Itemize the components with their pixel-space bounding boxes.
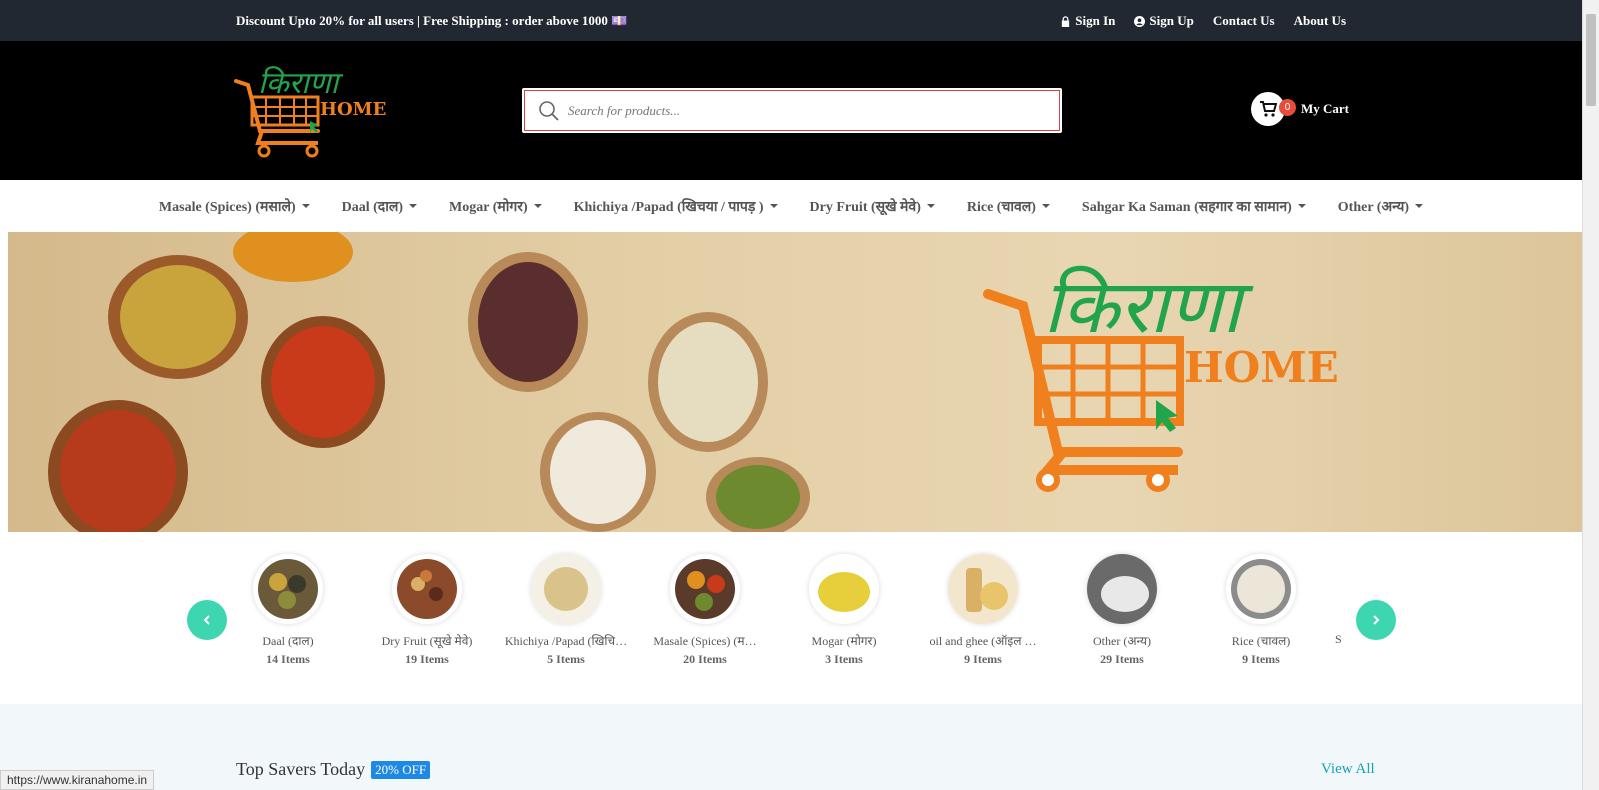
category-card-masale[interactable]: Masale (Spices) (म… 20 Items	[640, 554, 770, 667]
category-count: 29 Items	[1100, 652, 1144, 666]
category-card-rice[interactable]: Rice (चावल) 9 Items	[1196, 554, 1326, 667]
category-name: oil and ghee (ऑइल …	[929, 634, 1037, 648]
nav-item-mogar[interactable]: Mogar (मोगर)	[433, 197, 558, 216]
page-scrollbar[interactable]	[1582, 0, 1599, 790]
category-name: Khichiya /Papad (खिचि…	[504, 634, 628, 648]
nav-label: Sahgar Ka Saman (सहगार का सामान)	[1081, 199, 1292, 215]
category-image	[1226, 554, 1296, 624]
top-links: Sign In Sign Up Contact Us About Us	[1060, 13, 1346, 29]
top-bar: Discount Upto 20% for all users | Free S…	[0, 0, 1582, 41]
logo-cart-icon: किराणा HOME	[234, 66, 386, 158]
sign-in-link[interactable]: Sign In	[1060, 13, 1115, 29]
category-name: Daal (दाल)	[262, 634, 314, 648]
hero-banner[interactable]: किराणा HOME	[8, 232, 1582, 532]
chevron-left-icon	[203, 615, 210, 625]
category-name: Mogar (मोगर)	[811, 634, 877, 648]
nav-label: Mogar (मोगर)	[449, 199, 528, 215]
category-count: 3 Items	[825, 652, 863, 666]
sign-up-link[interactable]: Sign Up	[1134, 13, 1194, 29]
caret-down-icon	[409, 204, 418, 208]
search-input[interactable]	[568, 102, 1028, 119]
category-card-partial[interactable]: S	[1335, 554, 1349, 647]
category-count: 20 Items	[683, 652, 727, 666]
discount-badge: 20% OFF	[371, 760, 431, 779]
category-image	[1087, 554, 1157, 624]
category-card-dry-fruit[interactable]: Dry Fruit (सूखे मेवे) 19 Items	[362, 554, 492, 667]
section-title-text: Top Savers Today	[236, 759, 366, 779]
carousel-next-button[interactable]	[1356, 600, 1396, 640]
category-image	[809, 554, 879, 624]
lock-icon	[1062, 15, 1070, 27]
search-icon	[539, 100, 559, 121]
nav-item-dry-fruit[interactable]: Dry Fruit (सूखे मेवे)	[794, 197, 951, 216]
search-box[interactable]	[522, 88, 1062, 133]
cart-icon	[1260, 101, 1277, 117]
about-us-link[interactable]: About Us	[1294, 13, 1346, 29]
sign-in-label: Sign In	[1075, 13, 1116, 28]
category-name: S	[1335, 632, 1342, 646]
category-name: Dry Fruit (सूखे मेवे)	[381, 634, 473, 648]
nav-item-sahgar[interactable]: Sahgar Ka Saman (सहगार का सामान)	[1066, 197, 1322, 216]
user-icon	[1134, 15, 1146, 27]
nav-label: Khichiya /Papad (खिचया / पापड़ )	[573, 199, 764, 215]
cart-label: My Cart	[1301, 101, 1350, 116]
caret-down-icon	[533, 204, 542, 208]
category-count: 9 Items	[964, 652, 1002, 666]
caret-down-icon	[769, 204, 778, 208]
nav-label: Rice (चावल)	[966, 199, 1036, 215]
status-url: https://www.kiranahome.in	[0, 770, 155, 790]
category-count: 5 Items	[547, 652, 585, 666]
category-card-other[interactable]: Other (अन्य) 29 Items	[1057, 554, 1187, 667]
top-savers-section: Top Savers Today 20% OFF View All	[0, 704, 1582, 790]
promo-text: Discount Upto 20% for all users | Free S…	[236, 13, 628, 28]
nav-label: Other (अन्य)	[1337, 199, 1410, 215]
cart-count-badge: 0	[1279, 98, 1296, 116]
category-image	[948, 554, 1018, 624]
caret-down-icon	[301, 204, 310, 208]
carousel-prev-button[interactable]	[187, 600, 227, 640]
category-image	[531, 554, 601, 624]
contact-us-link[interactable]: Contact Us	[1213, 13, 1275, 29]
scrollbar-thumb[interactable]	[1586, 14, 1596, 106]
caret-down-icon	[1415, 204, 1424, 208]
category-count: 14 Items	[266, 652, 310, 666]
banner-graphic: किराणा HOME	[48, 232, 1339, 532]
category-image	[392, 554, 462, 624]
nav-label: Dry Fruit (सूखे मेवे)	[809, 199, 921, 215]
view-all-link[interactable]: View All	[1321, 761, 1375, 778]
nav-item-other[interactable]: Other (अन्य)	[1322, 197, 1439, 216]
category-nav: Masale (Spices) (मसाले) Daal (दाल) Mogar…	[0, 180, 1582, 232]
header: किराणा HOME 0 My Cart	[0, 41, 1582, 180]
caret-down-icon	[1297, 204, 1306, 208]
category-count: 9 Items	[1242, 652, 1280, 666]
banner-logo-home: HOME	[1184, 343, 1339, 392]
category-card-daal[interactable]: Daal (दाल) 14 Items	[223, 554, 353, 667]
category-image	[670, 554, 740, 624]
nav-label: Masale (Spices) (मसाले)	[158, 199, 296, 215]
nav-item-daal[interactable]: Daal (दाल)	[326, 197, 433, 216]
section-title: Top Savers Today 20% OFF	[236, 759, 431, 780]
nav-label: Daal (दाल)	[341, 199, 404, 215]
category-name: Other (अन्य)	[1093, 634, 1151, 648]
caret-down-icon	[1041, 204, 1050, 208]
nav-item-masale[interactable]: Masale (Spices) (मसाले)	[143, 197, 326, 216]
category-count: 19 Items	[405, 652, 449, 666]
chevron-right-icon	[1373, 615, 1380, 625]
sign-up-label: Sign Up	[1149, 13, 1194, 28]
nav-item-khichiya[interactable]: Khichiya /Papad (खिचया / पापड़ )	[558, 197, 794, 216]
category-card-mogar[interactable]: Mogar (मोगर) 3 Items	[779, 554, 909, 667]
category-name: Masale (Spices) (म…	[653, 634, 757, 648]
category-image	[253, 554, 323, 624]
cart-button[interactable]: 0 My Cart	[1251, 92, 1349, 126]
category-name: Rice (चावल)	[1231, 634, 1291, 648]
nav-item-rice[interactable]: Rice (चावल)	[951, 197, 1066, 216]
site-logo[interactable]: किराणा HOME	[234, 63, 389, 163]
category-card-khichiya[interactable]: Khichiya /Papad (खिचि… 5 Items	[501, 554, 631, 667]
logo-home-text: HOME	[320, 99, 386, 120]
category-carousel: Daal (दाल) 14 Items Dry Fruit (सूखे मेवे…	[0, 532, 1582, 704]
category-card-oil-ghee[interactable]: oil and ghee (ऑइल … 9 Items	[918, 554, 1048, 667]
caret-down-icon	[926, 204, 935, 208]
